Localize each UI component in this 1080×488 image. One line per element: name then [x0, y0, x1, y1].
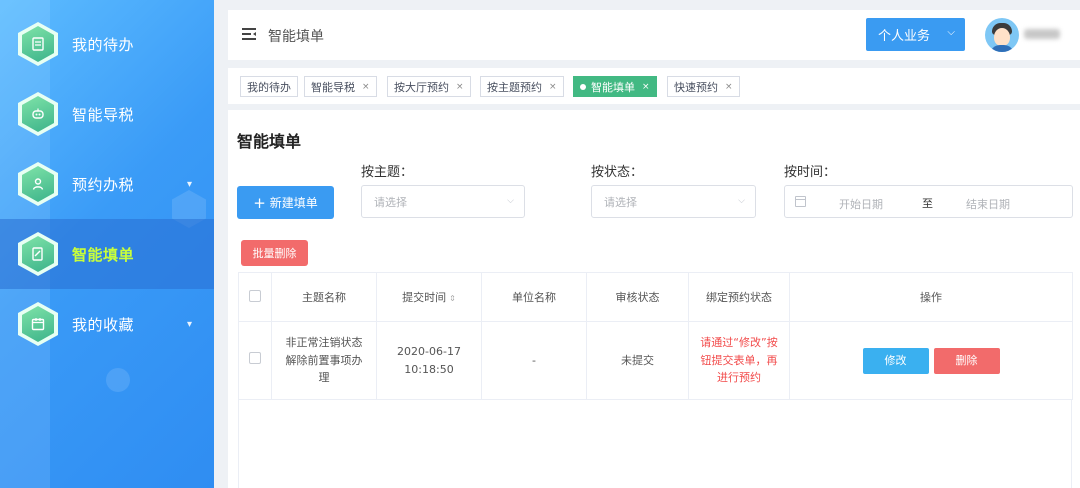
form-edit-icon	[22, 236, 54, 272]
sidebar-item-todo[interactable]: 我的待办	[0, 9, 214, 79]
sort-icon[interactable]: ⇕	[449, 294, 456, 303]
time-filter-label: 按时间：	[784, 165, 837, 180]
select-all-checkbox[interactable]	[249, 289, 261, 302]
status-filter-label: 按状态：	[591, 165, 644, 180]
status-select[interactable]: 请选择 ⌵	[591, 185, 756, 218]
range-separator: 至	[922, 197, 933, 210]
tabs-bar: 我的待办 智能导税 × 按大厅预约 × 按主题预约 × 智能填单 × 快速预约 ×	[228, 68, 1080, 104]
sidebar-item-label: 智能导税	[72, 105, 135, 124]
forms-table: 主题名称 提交时间 ⇕ 单位名称 审核状态 绑定预约状态 操作 非正常注销状态解除…	[238, 272, 1073, 400]
select-placeholder: 请选择	[374, 195, 407, 209]
cell-binding-status: 请通过“修改”按钮提交表单，再进行预约	[688, 321, 790, 400]
sidebar: 我的待办 智能导税 预约办税 ▾ 智能填单 我的收藏 ▾	[0, 0, 214, 488]
select-all-cell	[238, 272, 272, 322]
sidebar-item-label: 智能填单	[72, 245, 135, 264]
username-blurred	[1024, 29, 1060, 39]
table-header-row: 主题名称 提交时间 ⇕ 单位名称 审核状态 绑定预约状态 操作	[238, 272, 1073, 322]
tab-quick-appointment[interactable]: 快速预约 ×	[667, 76, 740, 97]
table-empty-area	[238, 399, 1072, 488]
personal-business-button[interactable]: 个人业务 ⌵	[866, 18, 965, 51]
close-icon[interactable]: ×	[725, 82, 733, 92]
page-title: 智能填单	[237, 132, 302, 151]
delete-button[interactable]: 删除	[933, 347, 1000, 374]
sidebar-item-favorites[interactable]: 我的收藏 ▾	[0, 289, 214, 359]
hexagon-badge	[18, 92, 58, 136]
table-row: 非正常注销状态解除前置事项办理 2020-06-17 10:18:50 - 未提…	[238, 321, 1073, 400]
main-content: 智能填单 按主题： 按状态： 按时间： + 新建填单 请选择 ⌵ 请选择 ⌵ 开…	[228, 110, 1080, 488]
end-date-input[interactable]: 结束日期	[966, 196, 1010, 212]
avatar-body	[990, 45, 1014, 52]
topic-select[interactable]: 请选择 ⌵	[361, 185, 525, 218]
tab-label: 按主题预约	[487, 80, 542, 94]
tab-topic-appointment[interactable]: 按主题预约 ×	[480, 76, 564, 97]
cell-submit-time: 2020-06-17 10:18:50	[376, 321, 482, 400]
sidebar-item-appointment[interactable]: 预约办税 ▾	[0, 149, 214, 219]
edit-button[interactable]: 修改	[862, 347, 929, 374]
sidebar-item-smart-form[interactable]: 智能填单	[0, 219, 214, 289]
document-list-icon	[22, 26, 54, 62]
column-header-submit-time[interactable]: 提交时间 ⇕	[376, 272, 482, 322]
tab-label: 我的待办	[247, 80, 291, 94]
chevron-down-icon: ⌵	[738, 196, 745, 206]
close-icon[interactable]: ×	[642, 82, 650, 92]
topic-filter-label: 按主题：	[361, 165, 414, 180]
sidebar-item-smart-guide[interactable]: 智能导税	[0, 79, 214, 149]
tab-label: 智能填单	[591, 80, 635, 94]
decorative-circle	[106, 368, 130, 392]
row-checkbox[interactable]	[249, 351, 261, 364]
tab-smart-form[interactable]: 智能填单 ×	[573, 76, 657, 97]
sidebar-item-label: 我的待办	[72, 35, 135, 54]
column-header-topic: 主题名称	[271, 272, 377, 322]
tab-hall-appointment[interactable]: 按大厅预约 ×	[387, 76, 471, 97]
cell-review-status: 未提交	[586, 321, 689, 400]
hexagon-badge	[18, 302, 58, 346]
calendar-icon	[795, 196, 806, 207]
column-header-actions: 操作	[789, 272, 1073, 322]
robot-icon	[22, 96, 54, 132]
tab-label: 智能导税	[311, 80, 355, 94]
close-icon[interactable]: ×	[456, 82, 464, 92]
chevron-down-icon: ⌵	[947, 27, 955, 38]
hexagon-badge	[18, 22, 58, 66]
sidebar-item-label: 预约办税	[72, 175, 135, 194]
tab-label: 快速预约	[674, 80, 718, 94]
sidebar-item-label: 我的收藏	[72, 315, 135, 334]
plus-icon: +	[253, 193, 266, 212]
calendar-icon	[22, 306, 54, 342]
batch-delete-button[interactable]: 批量删除	[241, 240, 308, 266]
column-header-review-status: 审核状态	[586, 272, 689, 322]
tab-label: 按大厅预约	[394, 80, 449, 94]
avatar[interactable]	[985, 18, 1019, 52]
column-header-binding-status: 绑定预约状态	[688, 272, 790, 322]
start-date-input[interactable]: 开始日期	[839, 196, 883, 212]
row-select-cell	[238, 321, 272, 400]
chevron-down-icon: ⌵	[507, 196, 514, 206]
tab-todo[interactable]: 我的待办	[240, 76, 298, 97]
hexagon-badge	[18, 232, 58, 276]
column-header-unit: 单位名称	[481, 272, 587, 322]
chevron-down-icon: ▾	[187, 178, 193, 190]
new-form-button[interactable]: + 新建填单	[237, 186, 334, 219]
column-header-label: 提交时间	[402, 291, 447, 304]
cell-topic: 非正常注销状态解除前置事项办理	[271, 321, 377, 400]
cell-unit: -	[481, 321, 587, 400]
menu-fold-icon[interactable]	[242, 28, 256, 40]
person-icon	[22, 166, 54, 202]
header-title: 智能填单	[268, 29, 324, 45]
close-icon[interactable]: ×	[549, 82, 557, 92]
hexagon-badge	[18, 162, 58, 206]
date-range-picker[interactable]: 开始日期 至 结束日期	[784, 185, 1073, 218]
avatar-face	[994, 28, 1010, 46]
business-button-label: 个人业务	[878, 29, 931, 44]
cell-actions: 修改 删除	[789, 321, 1073, 400]
select-placeholder: 请选择	[604, 195, 637, 209]
tab-smart-guide[interactable]: 智能导税 ×	[304, 76, 377, 97]
chevron-down-icon: ▾	[187, 318, 193, 330]
top-header: 智能填单 个人业务 ⌵	[228, 10, 1080, 60]
new-button-label: 新建填单	[269, 196, 318, 210]
active-dot-icon	[580, 83, 586, 90]
close-icon[interactable]: ×	[362, 82, 370, 92]
